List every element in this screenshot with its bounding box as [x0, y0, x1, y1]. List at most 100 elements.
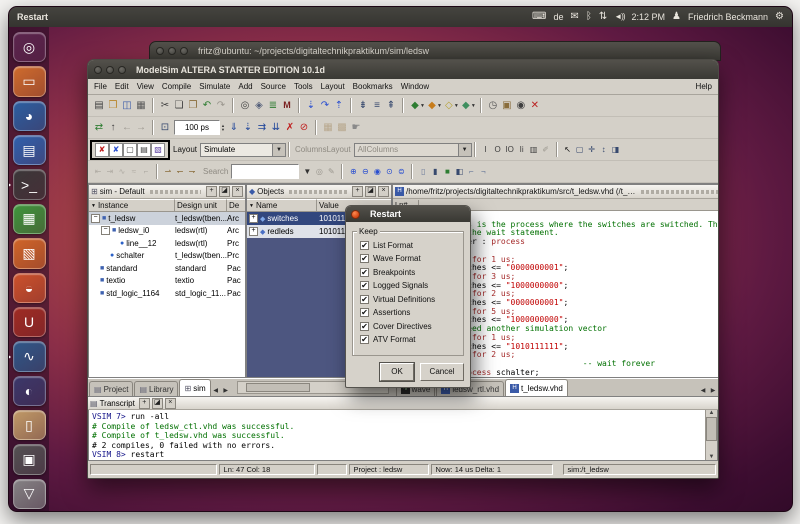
modelsim-m-icon[interactable]: M: [280, 99, 294, 113]
launcher-libreoffice-writer-icon[interactable]: ▤: [13, 135, 46, 165]
zoom-in-icon[interactable]: ⊕: [347, 166, 359, 178]
layout-select[interactable]: Simulate ▼: [200, 143, 286, 157]
undock-icon[interactable]: +: [139, 398, 150, 409]
edit-mode-icon[interactable]: ◨: [610, 144, 622, 156]
checkbox-row-atv-format[interactable]: ✔ATV Format: [360, 335, 458, 344]
user-icon[interactable]: ♟: [672, 12, 681, 22]
radix-0-icon[interactable]: O: [492, 144, 504, 156]
pan-mode-icon[interactable]: ✛: [586, 144, 598, 156]
delete-icon[interactable]: ✕: [528, 99, 542, 113]
stack-frame-icon[interactable]: ≡: [370, 99, 384, 113]
scroll-thumb[interactable]: [706, 417, 717, 441]
back-icon[interactable]: ←: [120, 121, 134, 135]
forward-icon[interactable]: →: [134, 121, 148, 135]
restart-sim-icon[interactable]: ▦: [321, 121, 335, 135]
menu-layout[interactable]: Layout: [317, 82, 349, 91]
terminal-minimize-icon[interactable]: [168, 47, 176, 55]
terminal-window-titlebar[interactable]: fritz@ubuntu: ~/projects/digitaltechnikp…: [149, 41, 721, 61]
radix-1-icon[interactable]: I: [480, 144, 492, 156]
close-panel-icon[interactable]: ×: [165, 398, 176, 409]
print-icon[interactable]: ▦: [134, 99, 148, 113]
menu-view[interactable]: View: [133, 82, 158, 91]
tab-project[interactable]: ▤Project: [89, 381, 133, 396]
undo-icon[interactable]: ↶: [200, 99, 214, 113]
table-row[interactable]: ●line__12ledsw(rtl)Prc: [89, 237, 245, 250]
menu-window[interactable]: Window: [397, 82, 433, 91]
step-out-icon[interactable]: ⇡: [332, 99, 346, 113]
stop-icon[interactable]: ⊘: [297, 121, 311, 135]
step-over-icon[interactable]: ↷: [318, 99, 332, 113]
checkbox-row-wave-format[interactable]: ✔Wave Format: [360, 254, 458, 263]
run-length-value[interactable]: 100 ps: [174, 120, 220, 135]
sim-panel-header[interactable]: ⊞ sim - Default + ◪ ×: [89, 185, 245, 199]
menu-source[interactable]: Source: [257, 82, 290, 91]
zoom-panel-icon[interactable]: ◪: [365, 186, 376, 197]
stretch-mode-icon[interactable]: ↕: [598, 144, 610, 156]
wave-blank-icon[interactable]: ▢: [123, 143, 137, 157]
launcher-trash-icon[interactable]: ▽: [13, 479, 46, 509]
paste-icon[interactable]: ❐: [186, 99, 200, 113]
wave-pattern-icon[interactable]: ▧: [151, 143, 165, 157]
run-all-icon[interactable]: ⇊: [269, 121, 283, 135]
radix-1i-icon[interactable]: Ii: [516, 144, 528, 156]
menu-compile[interactable]: Compile: [158, 82, 195, 91]
table-row[interactable]: −■t_ledswt_ledsw(tben...Arc: [89, 212, 245, 225]
launcher-eclipse-icon[interactable]: ◐: [13, 376, 46, 406]
menu-tools[interactable]: Tools: [290, 82, 317, 91]
zoom-panel-icon[interactable]: ◪: [219, 186, 230, 197]
scroll-up-icon[interactable]: ▲: [709, 410, 715, 416]
launcher-terminal-icon[interactable]: >_: [13, 169, 46, 199]
keyboard-icon[interactable]: ⌨: [532, 12, 546, 22]
checkbox-checked-icon[interactable]: ✔: [360, 322, 369, 331]
search-dd-icon[interactable]: ▼: [301, 166, 313, 178]
close-panel-icon[interactable]: ×: [232, 186, 243, 197]
sim-column-headers[interactable]: ▼Instance Design unit De: [89, 199, 245, 212]
menu-add[interactable]: Add: [234, 82, 256, 91]
tab-library[interactable]: ▤Library: [134, 381, 178, 396]
zoom-cursor-icon[interactable]: ⊙: [383, 166, 395, 178]
table-row[interactable]: −■ledsw_i0ledsw(rtl)Arc: [89, 225, 245, 238]
jump-first-icon[interactable]: ⇤: [92, 166, 104, 178]
launcher-dash-home-icon[interactable]: ◎: [13, 32, 46, 62]
jump-last-icon[interactable]: ⇥: [104, 166, 116, 178]
radix-10-icon[interactable]: IO: [504, 144, 516, 156]
launcher-wave-viewer-icon[interactable]: ∿: [13, 341, 46, 371]
find-back-icon[interactable]: ↽: [174, 166, 186, 178]
network-icon[interactable]: ⇅: [599, 12, 607, 22]
wave-cursor-del-icon[interactable]: ✘: [95, 143, 109, 157]
step-into-icon[interactable]: ⇣: [304, 99, 318, 113]
launcher-firefox-icon[interactable]: ◕: [13, 101, 46, 131]
keyboard-layout-indicator[interactable]: de: [553, 12, 563, 22]
terminal-maximize-icon[interactable]: [180, 47, 188, 55]
wave-cursor-add-icon[interactable]: ✘: [109, 143, 123, 157]
wave-sine-icon[interactable]: ∿: [116, 166, 128, 178]
transcript-panel[interactable]: VSIM 7> run -all# Compile of ledsw_ctl.v…: [88, 410, 718, 461]
checkbox-checked-icon[interactable]: ✔: [360, 335, 369, 344]
nav-back-icon[interactable]: ◀: [718, 201, 719, 209]
restart-dialog-titlebar[interactable]: Restart: [346, 206, 470, 222]
wave-step-icon[interactable]: ⌐: [140, 166, 152, 178]
compile-icon[interactable]: ≣: [266, 99, 280, 113]
tab-scroll-right-icon[interactable]: ▶: [221, 384, 231, 396]
checkbox-checked-icon[interactable]: ✔: [360, 281, 369, 290]
redo-icon[interactable]: ↷: [214, 99, 228, 113]
launcher-libreoffice-calc-icon[interactable]: ▦: [13, 204, 46, 234]
pane-mid-icon[interactable]: ▮: [429, 166, 441, 178]
checkbox-row-breakpoints[interactable]: ✔Breakpoints: [360, 268, 458, 277]
memory-icon[interactable]: ▣: [500, 99, 514, 113]
clock[interactable]: 2:12 PM: [632, 12, 666, 22]
search-edit-icon[interactable]: ✎: [325, 166, 337, 178]
find-icon[interactable]: ◎: [238, 99, 252, 113]
find-forward-icon[interactable]: ⇀: [162, 166, 174, 178]
tab-scroll-left-icon[interactable]: ◀: [698, 384, 708, 396]
transcript-header[interactable]: ▤ Transcript + ◪ ×: [88, 396, 718, 410]
table-row[interactable]: ■textiotextioPac: [89, 275, 245, 288]
zoom-range-icon[interactable]: ⊜: [395, 166, 407, 178]
scroll-thumb[interactable]: [246, 383, 310, 392]
continue-icon[interactable]: ⇉: [255, 121, 269, 135]
find-all-icon[interactable]: ⇁: [186, 166, 198, 178]
corner-a-icon[interactable]: ⌐: [465, 166, 477, 178]
modelsim-close-icon[interactable]: [94, 66, 102, 74]
restart-defaults-icon[interactable]: ▩: [335, 121, 349, 135]
hand-icon[interactable]: ☛: [349, 121, 363, 135]
